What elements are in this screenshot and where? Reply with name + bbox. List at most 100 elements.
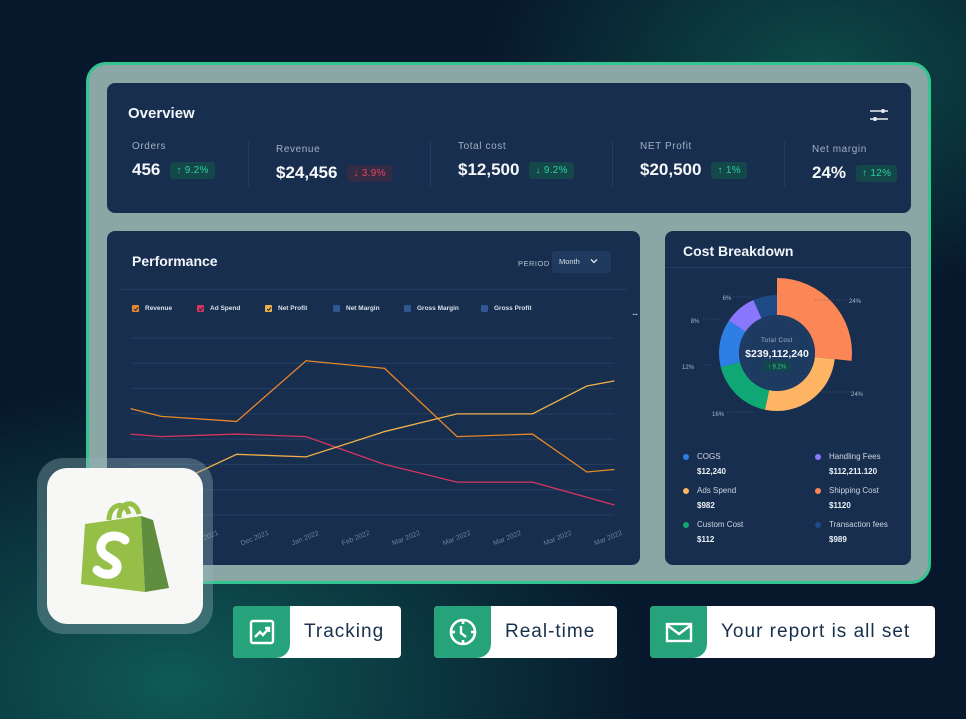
cost-breakdown-card: 24% 24% 16% 12% 8% 6% Total Cost $239,112,240 ↑ … (665, 231, 911, 565)
sliders-icon[interactable] (869, 107, 889, 123)
performance-title: Performance (132, 253, 218, 269)
change-badge: ↑ 1% (711, 161, 747, 179)
legend-label: Gross Margin (417, 305, 459, 312)
legend-dot-icon (683, 522, 689, 528)
legend-item[interactable]: Gross Profit (481, 305, 551, 312)
cost-breakdown-title: Cost Breakdown (683, 243, 794, 259)
legend-dot-icon (683, 454, 689, 460)
legend-item[interactable]: Net Margin (333, 305, 404, 312)
data-point (531, 413, 534, 415)
metric-label: Total cost (458, 141, 507, 152)
x-tick-label: Mar 2022 (492, 530, 522, 548)
x-tick-label: Jan 2022 (291, 530, 320, 547)
checkbox-unchecked-icon[interactable] (481, 305, 488, 312)
data-point (456, 436, 458, 438)
legend-item[interactable]: Net Profit (265, 305, 333, 312)
more-options-icon[interactable]: ... (632, 307, 638, 318)
data-point (305, 360, 307, 362)
data-point (531, 433, 534, 435)
legend-label: Net Profit (278, 305, 308, 312)
data-point (531, 481, 534, 483)
cost-legend-name: COGS (697, 452, 721, 461)
legend-label: Net Margin (346, 305, 380, 312)
legend-label: Gross Profit (494, 305, 532, 312)
tracking-pill[interactable]: Tracking (233, 606, 401, 658)
cost-legend-amount: $982 (697, 501, 715, 510)
shopify-bag-icon (81, 501, 169, 592)
slice-percent-label: 6% (723, 296, 732, 302)
checkbox-checked-icon[interactable] (265, 305, 272, 312)
metric-value: 456 (132, 160, 161, 179)
metric-label: NET Profit (640, 141, 692, 152)
data-point (236, 453, 238, 455)
slice-percent-label: 24% (851, 392, 864, 398)
data-point (130, 433, 132, 435)
divider (248, 141, 249, 187)
x-tick-label: Mar 2022 (391, 530, 421, 548)
cost-legend-amount: $112 (697, 535, 715, 544)
cost-legend-name: Shipping Cost (829, 486, 879, 495)
report-ready-pill[interactable]: Your report is all set (650, 606, 935, 658)
x-tick-label: Mar 2022 (543, 530, 573, 548)
envelope-icon (665, 622, 692, 643)
divider (612, 141, 613, 187)
data-point (160, 415, 162, 417)
checkbox-unchecked-icon[interactable] (333, 305, 340, 312)
legend-label: Ad Spend (210, 305, 241, 312)
series-line-revenue (130, 360, 615, 473)
period-dropdown[interactable]: Month (552, 251, 611, 273)
legend-dot-icon (683, 488, 689, 494)
total-change-badge: ↑ 9.2% (768, 365, 787, 371)
shopify-app-tile[interactable] (47, 468, 203, 624)
data-point (236, 420, 238, 423)
data-point (613, 504, 615, 506)
change-badge: ↓ 3.9% (347, 164, 392, 182)
divider (430, 141, 431, 187)
divider (119, 289, 627, 290)
cost-legend-name: Ads Spend (697, 486, 737, 495)
cost-legend-item: Shipping Cost $1120 (815, 486, 879, 510)
metric-revenue: Revenue $24,456 ↓ 3.9% (276, 144, 392, 194)
slice-percent-label: 24% (849, 299, 862, 305)
legend-dot-icon (815, 454, 821, 460)
cost-legend-item: Handling Fees $112,211.120 (815, 452, 881, 476)
metric-value: 24% (812, 163, 847, 182)
overview-card: Overview Orders 456 ↑ 9.2% Revenue $24,4… (107, 83, 911, 213)
pill-label: Your report is all set (721, 621, 911, 642)
change-badge: ↑ 9.2% (170, 161, 215, 179)
metric-orders: Orders 456 ↑ 9.2% (132, 141, 215, 191)
data-point (586, 471, 588, 473)
slice-percent-label: 16% (712, 412, 725, 418)
period-value: Month (559, 257, 580, 266)
checkbox-checked-icon[interactable] (197, 305, 204, 312)
legend-dot-icon (815, 488, 821, 494)
x-tick-label: Dec 2021 (240, 530, 271, 548)
metric-label: Orders (132, 141, 167, 152)
checkbox-checked-icon[interactable] (132, 305, 139, 312)
cost-legend-item: COGS $12,240 (683, 452, 726, 476)
cost-donut-chart: 24% 24% 16% 12% 8% 6% Total Cost $239,112,240 ↑ … (682, 278, 864, 418)
metric-value: $20,500 (640, 160, 702, 179)
metric-net-profit: NET Profit $20,500 ↑ 1% (640, 141, 747, 191)
metric-total-cost: Total cost $12,500 ↓ 9.2% (458, 141, 574, 191)
cost-legend-item: Transaction fees $989 (815, 520, 888, 544)
data-point (586, 385, 588, 387)
total-cost-label: Total Cost (761, 338, 793, 344)
legend-item[interactable]: Revenue (132, 305, 197, 312)
slice-percent-label: 12% (682, 365, 695, 371)
pill-label: Real-time (505, 621, 596, 642)
chevron-down-icon (590, 259, 598, 264)
data-point (305, 456, 307, 458)
legend-dot-icon (815, 522, 821, 528)
cost-legend-amount: $12,240 (697, 467, 726, 476)
change-badge: ↓ 9.2% (529, 161, 574, 179)
overview-title: Overview (128, 105, 195, 122)
data-point (383, 430, 386, 433)
checkbox-unchecked-icon[interactable] (404, 305, 411, 312)
divider (665, 267, 911, 268)
data-point (613, 380, 615, 382)
cost-legend-item: Custom Cost $112 (683, 520, 743, 544)
legend-item[interactable]: Ad Spend (197, 305, 265, 312)
real-time-pill[interactable]: Real-time (434, 606, 617, 658)
legend-item[interactable]: Gross Margin (404, 305, 481, 312)
